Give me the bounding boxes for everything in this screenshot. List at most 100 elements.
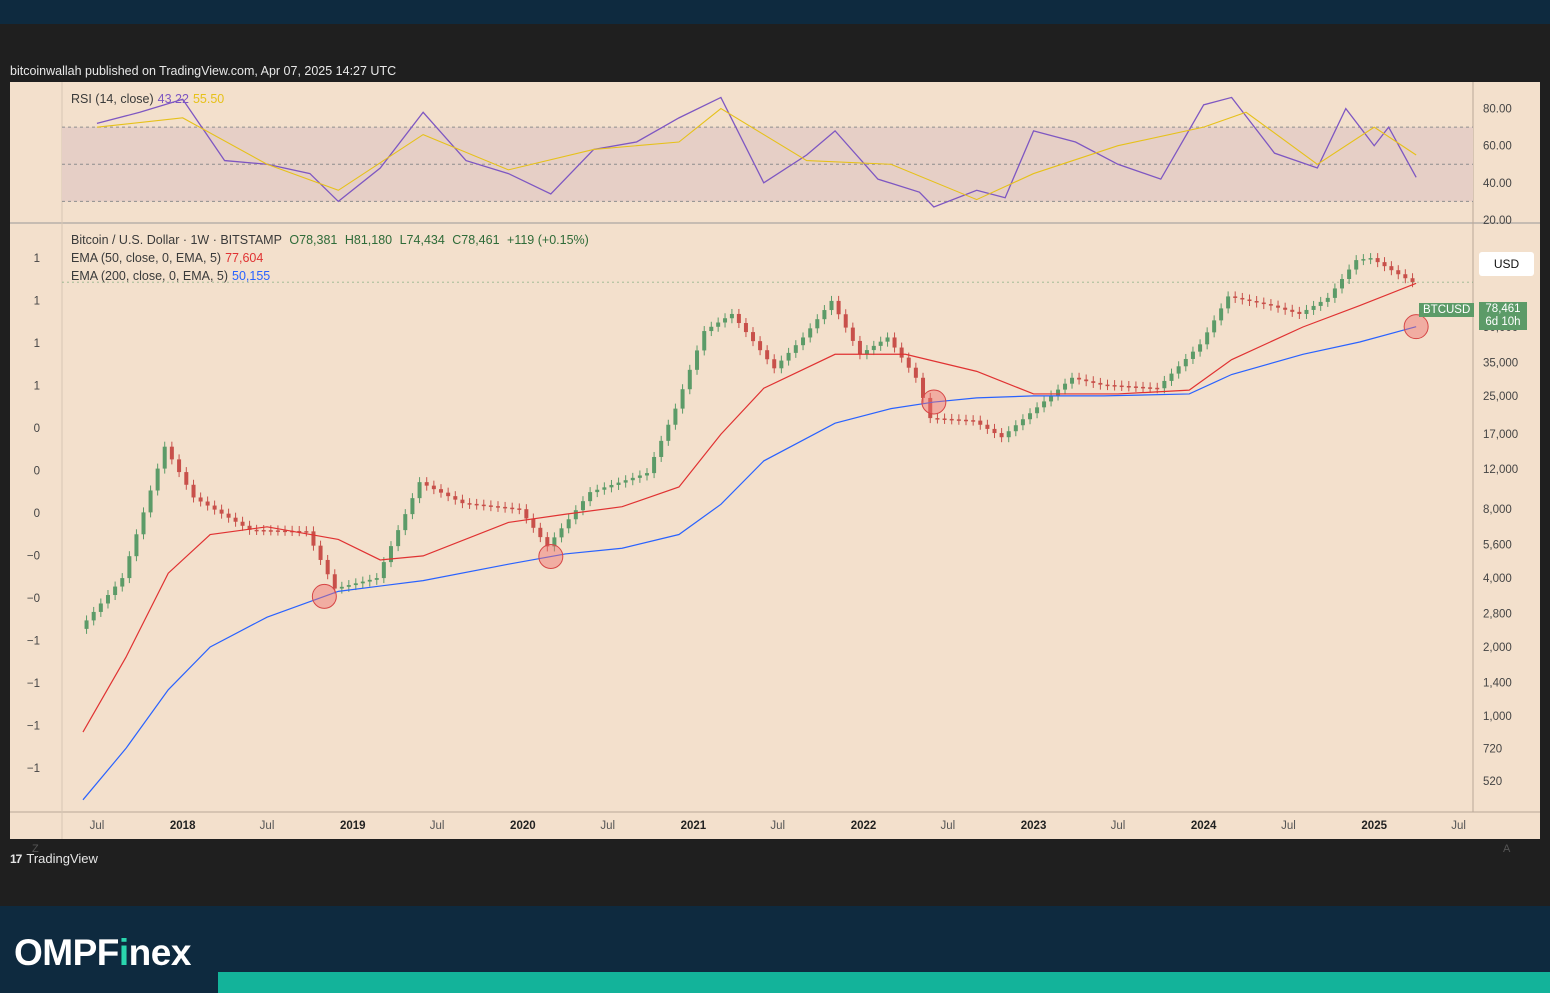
candle-body [318, 545, 323, 560]
candle-body [1077, 377, 1082, 380]
time-axis-tick: Jul [430, 820, 445, 832]
candle-body [120, 578, 125, 587]
candle-body [439, 489, 444, 493]
symbol-label: Bitcoin / U.S. Dollar · 1W · BITSTAMP [71, 233, 282, 247]
candle-body [510, 507, 515, 510]
time-axis-tick: 2025 [1361, 820, 1387, 832]
candle-body [198, 497, 203, 502]
candle-body [367, 579, 372, 582]
candle-body [913, 367, 918, 378]
candle-body [424, 482, 429, 486]
candle-body [978, 420, 983, 425]
left-axis-tick: −1 [27, 763, 40, 775]
candle-body [899, 347, 904, 358]
time-axis-tick: 2024 [1191, 820, 1217, 832]
left-axis-tick: 1 [34, 296, 40, 308]
candle-body [403, 514, 408, 531]
candle-body [971, 420, 976, 422]
candle-body [843, 314, 848, 328]
candle-body [729, 313, 734, 319]
auto-scale-button[interactable]: A [1503, 843, 1510, 855]
candle-body [743, 323, 748, 333]
candle-body [233, 517, 238, 522]
candle-body [623, 480, 628, 483]
candle-body [148, 490, 153, 513]
candle-body [1035, 407, 1040, 414]
time-axis-tick: 2020 [510, 820, 536, 832]
rsi-axis-tick: 20.00 [1483, 215, 1512, 227]
candle-body [999, 433, 1004, 438]
candle-body [1361, 259, 1366, 261]
candle-body [1297, 311, 1302, 314]
high-value: H81,180 [344, 233, 393, 247]
time-axis-tick: Jul [1281, 820, 1296, 832]
left-axis-tick: −0 [27, 551, 40, 563]
ema50-legend: EMA (50, close, 0, EMA, 5) 77,604 [71, 251, 267, 265]
candle-body [1176, 366, 1181, 374]
left-axis-tick: −0 [27, 593, 40, 605]
ema50-legend-value: 77,604 [225, 251, 264, 265]
currency-button[interactable]: USD [1479, 252, 1534, 276]
candle-body [566, 519, 571, 529]
candle-body [673, 408, 678, 425]
candle-body [956, 419, 961, 421]
candle-body [857, 340, 862, 355]
candle-body [808, 328, 813, 338]
candle-body [1332, 288, 1337, 298]
candle-body [219, 509, 224, 514]
candle-body [1347, 269, 1352, 279]
candle-body [1169, 373, 1174, 381]
candle-body [1119, 385, 1124, 388]
price-axis-tick: 8,000 [1483, 504, 1512, 516]
rsi-axis-tick: 60.00 [1483, 141, 1512, 153]
price-axis-tick: 5,600 [1483, 540, 1512, 552]
candle-body [212, 505, 217, 510]
rsi-ma-legend-value: 55.50 [192, 92, 225, 106]
left-axis-tick: 1 [34, 338, 40, 350]
candle-body [871, 345, 876, 351]
left-axis-tick: 1 [34, 381, 40, 393]
candle-body [268, 530, 273, 532]
brand-accent-bar [218, 972, 1550, 993]
candle-body [1325, 297, 1330, 302]
time-axis-tick: 2018 [170, 820, 196, 832]
candle-body [417, 482, 422, 499]
candle-body [885, 337, 890, 342]
price-axis-tick: 1,000 [1483, 711, 1512, 723]
candle-body [481, 504, 486, 507]
ema50-legend-name: EMA (50, close, 0, EMA, 5) [71, 251, 222, 265]
candle-body [758, 341, 763, 351]
chart-area: 80.0060.0040.0020.00100,00050,00035,0002… [10, 82, 1540, 855]
candle-body [141, 512, 146, 535]
candle-body [949, 418, 954, 421]
candle-body [1290, 309, 1295, 312]
candle-body [467, 503, 472, 505]
candle-body [388, 546, 393, 563]
candle-body [836, 300, 841, 315]
candle-body [1148, 387, 1153, 389]
candle-body [793, 345, 798, 353]
price-axis-tick: 1,400 [1483, 677, 1512, 689]
low-value: L74,434 [399, 233, 445, 247]
candle-body [517, 508, 522, 510]
candle-body [573, 510, 578, 520]
time-axis-tick: 2021 [681, 820, 707, 832]
candle-body [1247, 299, 1252, 302]
candle-body [779, 360, 784, 369]
close-value: C78,461 [452, 233, 500, 247]
candle-body [339, 586, 344, 589]
left-axis-tick: −1 [27, 721, 40, 733]
candle-body [666, 424, 671, 441]
candle-body [935, 418, 940, 420]
candle-body [1368, 258, 1373, 260]
open-value: O78,381 [289, 233, 338, 247]
left-axis-tick: 0 [34, 423, 40, 435]
candle-body [1389, 266, 1394, 271]
candle-body [751, 332, 756, 342]
tradingview-logo[interactable]: 17 TradingView [10, 851, 98, 866]
crossing-marker [1403, 314, 1429, 340]
price-axis-tick: 720 [1483, 744, 1502, 756]
candle-body [1240, 297, 1245, 300]
candle-body [772, 359, 777, 369]
candle-body [431, 485, 436, 490]
